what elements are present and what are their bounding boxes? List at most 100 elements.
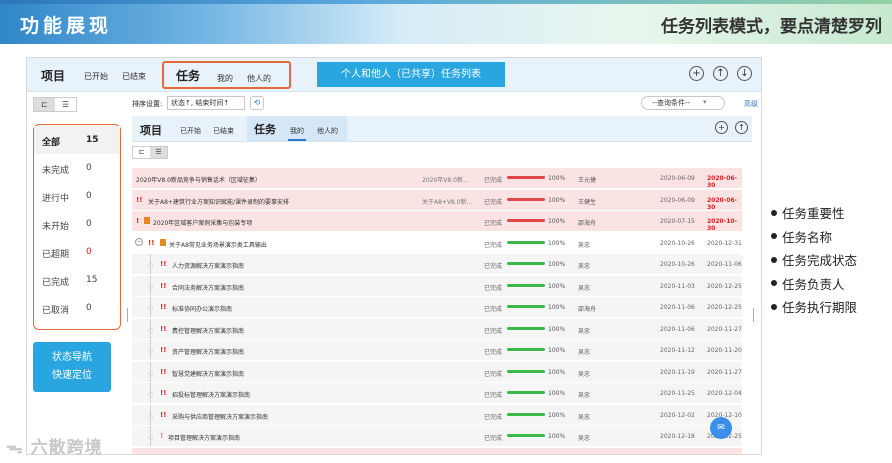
tree-node-icon: ○ xyxy=(148,305,154,312)
list-view-icon[interactable]: ☰ xyxy=(150,147,167,158)
document-icon xyxy=(144,217,150,224)
tree-node-icon: ○ xyxy=(148,412,154,420)
task-owner: 陈晨霞 xyxy=(578,455,596,456)
task-start-date: 2020-11-04 xyxy=(660,455,695,456)
chevron-down-icon[interactable]: ▾ xyxy=(703,98,707,106)
filter-others[interactable]: 他人的 xyxy=(247,73,271,84)
chat-bubble-icon[interactable]: ✉ xyxy=(710,417,732,439)
table-row[interactable]: ○!! 采购与供应商管理解决方案演示指南 已完成 100% 吴忠 2020-12-02 20… xyxy=(132,404,742,425)
task-name[interactable]: 资产管理解决方案演示指南 xyxy=(172,347,244,356)
task-progress-label: 100% xyxy=(548,304,566,311)
task-end-date: 2020-06-30 xyxy=(707,175,738,189)
refresh-icon[interactable]: ⟲ xyxy=(250,96,264,110)
inner-filter-others[interactable]: 他人的 xyxy=(317,126,338,136)
importance-icon: !! xyxy=(160,410,167,419)
task-name[interactable]: 标准协同办公演示指南 xyxy=(172,304,232,313)
logo-text: 六散跨境 xyxy=(30,438,103,458)
inner-tab-project[interactable]: 项目 xyxy=(140,122,162,138)
task-name[interactable]: 项目管理解决方案演示指南 xyxy=(168,433,240,442)
table-row[interactable]: 2020年11月总部顾问学习任务与考核要求（党建+公文+警办） 已完成 100% 陈晨… xyxy=(132,447,742,456)
task-owner: 吴忠 xyxy=(578,392,591,399)
status-item-completed[interactable]: 已完成 15 xyxy=(34,266,120,294)
tab-task[interactable]: 任务 xyxy=(176,67,200,84)
table-row[interactable]: ○!! 人力资源解决方案演示指南 已完成 100% 吴忠 2020-10-26 2020-1… xyxy=(132,254,742,274)
tree-node-icon: ○ xyxy=(148,434,154,441)
importance-icon: !! xyxy=(160,389,167,397)
progress-bar xyxy=(507,262,545,265)
filter-ended[interactable]: 已结束 xyxy=(122,71,146,82)
inner-tab-task[interactable]: 任务 xyxy=(254,121,276,137)
tab-project[interactable]: 项目 xyxy=(41,67,65,84)
table-row[interactable]: ○!! 标准协同办公演示指南 已完成 100% 邵海舟 2020-11-06 2020-12… xyxy=(132,297,742,317)
plus-icon[interactable]: + xyxy=(689,66,704,81)
task-end-date: 2020-11-27 xyxy=(707,368,742,376)
task-start-date: 2020-06-09 xyxy=(660,196,695,204)
status-item-cancelled[interactable]: 已取消 0 xyxy=(34,294,120,322)
table-row[interactable]: −!! 关于A8常见业务场景演示类工具输出 已完成 100% 吴忠 2020-10-26 2… xyxy=(132,232,742,253)
task-owner: 吴忠 xyxy=(578,435,591,442)
status-item-in-progress[interactable]: 进行中 0 xyxy=(34,182,120,210)
task-status: 已完成 xyxy=(484,392,503,399)
banner: 功能展现 任务列表模式，要点清楚罗列 xyxy=(0,0,892,44)
task-name[interactable]: 关于A8+建筑行业方案知识赋能/课件录制的要事安排 xyxy=(148,197,289,206)
inner-filter-mine[interactable]: 我的 xyxy=(290,126,304,136)
task-progress-label: 100% xyxy=(548,282,566,290)
task-end-date: 2020-10-30 xyxy=(707,218,738,232)
advanced-search-link[interactable]: 高级 xyxy=(744,99,758,109)
status-item-unfinished[interactable]: 未完成 0 xyxy=(34,154,120,182)
task-status: 已完成 xyxy=(484,263,503,270)
task-name[interactable]: 关于A8常见业务场景演示类工具输出 xyxy=(169,240,267,249)
status-label: 未开始 xyxy=(42,222,70,232)
task-name[interactable]: 合同法务解决方案演示指南 xyxy=(172,283,244,292)
task-name[interactable]: 2020年区域客户案例采集与包装专项 xyxy=(153,218,252,227)
task-name[interactable]: 人力资源解决方案演示指南 xyxy=(172,261,244,270)
plus-icon[interactable]: + xyxy=(715,121,728,134)
importance-icon: !! xyxy=(160,324,167,333)
status-count: 0 xyxy=(86,247,92,257)
status-item-not-started[interactable]: 未开始 0 xyxy=(34,210,120,238)
table-row[interactable]: ○!! 费控管理解决方案演示指南 已完成 100% 吴忠 2020-11-06 2020-1… xyxy=(132,318,742,339)
task-progress-label: 100% xyxy=(548,239,566,247)
status-item-overdue[interactable]: 已超期 0 xyxy=(34,238,120,266)
inner-view-toggle: ⊏ ☰ xyxy=(132,146,168,159)
table-row[interactable]: ○!! 智慧党建解决方案演示指南 已完成 100% 吴忠 2020-11-19 2020-1… xyxy=(132,361,742,382)
task-name[interactable]: 2020年V8.0新品竞争与销售话术（区域征集） xyxy=(136,175,261,184)
table-row[interactable]: ! 2020年区域客户案例采集与包装专项 已完成 100% 邵海舟 2020-07-15 2… xyxy=(132,211,742,232)
table-row[interactable]: ○!项目管理解决方案演示指南已完成100%吴忠2020-12-182020-12… xyxy=(132,426,742,446)
task-status: 已完成 xyxy=(484,220,503,227)
status-label: 已取消 xyxy=(42,306,70,316)
task-status: 已完成 xyxy=(484,198,503,206)
status-item-all[interactable]: 全部 15 xyxy=(34,126,120,154)
table-row[interactable]: 2020年V8.0新品竞争与销售话术（区域征集） 2020年V8.0新... 已完成… xyxy=(132,168,742,189)
banner-title: 功能展现 xyxy=(20,15,113,37)
table-row[interactable]: ○!! 招投标管理解决方案演示指南 已完成 100% 吴忠 2020-11-25 2020-… xyxy=(132,383,742,403)
tree-view-icon[interactable]: ⊏ xyxy=(133,147,150,158)
tree-view-icon[interactable]: ⊏ xyxy=(34,98,55,111)
task-name[interactable]: 智慧党建解决方案演示指南 xyxy=(172,369,244,378)
table-row[interactable]: ○!! 资产管理解决方案演示指南 已完成 100% 吴忠 2020-11-12 2020-1… xyxy=(132,340,742,360)
bullet-dot-icon xyxy=(771,256,777,263)
task-name[interactable]: 招投标管理解决方案演示指南 xyxy=(172,390,250,399)
download-icon[interactable]: ↓ xyxy=(737,66,752,81)
upload-icon[interactable]: ↑ xyxy=(735,121,748,134)
task-start-date: 2020-10-26 xyxy=(660,261,695,268)
filter-mine[interactable]: 我的 xyxy=(217,73,233,84)
table-row[interactable]: ○!! 合同法务解决方案演示指南 已完成 100% 吴忠 2020-11-03 2020-1… xyxy=(132,275,742,296)
feature-bullet-list: 任务重要性 任务名称 任务完成状态 任务负责人 任务执行期限 xyxy=(771,203,886,321)
task-name[interactable]: 采购与供应商管理解决方案演示指南 xyxy=(172,412,268,421)
list-view-icon[interactable]: ☰ xyxy=(55,98,76,111)
collapse-icon[interactable]: − xyxy=(135,237,143,246)
app-screenshot: 项目 已开始 已结束 任务 我的 他人的 个人和他人（已共享）任务列表 + ↑ … xyxy=(26,57,762,455)
task-tab-highlight: 任务 我的 他人的 xyxy=(162,61,291,89)
table-row[interactable]: !! 关于A8+建筑行业方案知识赋能/课件录制的要事安排 关于A8+V8.0新...… xyxy=(132,189,742,211)
task-name[interactable]: 费控管理解决方案演示指南 xyxy=(172,326,244,335)
task-status: 已完成 xyxy=(484,241,503,249)
task-owner: 王健生 xyxy=(578,198,597,206)
sort-select[interactable]: 状态↑, 结束时间↑ xyxy=(167,96,245,110)
query-select[interactable]: --查询条件-- xyxy=(641,96,725,110)
task-name[interactable]: 2020年11月总部顾问学习任务与考核要求（党建+公文+警办） xyxy=(136,455,307,456)
upload-icon[interactable]: ↑ xyxy=(713,66,728,81)
filter-started[interactable]: 已开始 xyxy=(84,71,108,82)
inner-filter-started[interactable]: 已开始 xyxy=(180,126,201,136)
inner-filter-ended[interactable]: 已结束 xyxy=(213,126,234,136)
